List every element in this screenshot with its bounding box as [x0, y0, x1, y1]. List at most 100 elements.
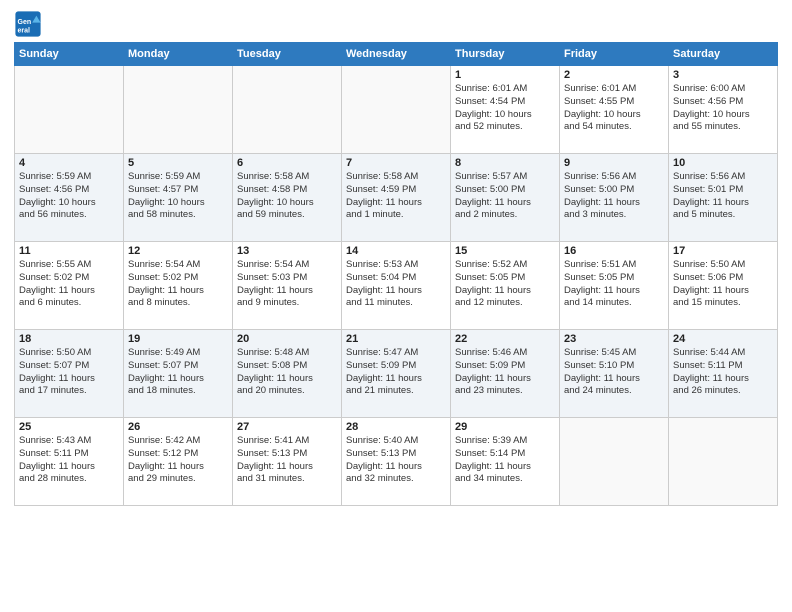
svg-text:Gen: Gen	[18, 19, 32, 26]
day-info: Sunrise: 5:50 AMSunset: 5:06 PMDaylight:…	[673, 259, 773, 310]
day-info: Sunrise: 5:40 AMSunset: 5:13 PMDaylight:…	[346, 435, 446, 486]
calendar-cell: 25 Sunrise: 5:43 AMSunset: 5:11 PMDayligh…	[15, 418, 124, 506]
day-info: Sunrise: 6:01 AMSunset: 4:55 PMDaylight:…	[564, 83, 664, 134]
day-number: 21	[346, 333, 446, 345]
calendar-cell: 17 Sunrise: 5:50 AMSunset: 5:06 PMDayligh…	[669, 242, 778, 330]
day-number: 4	[19, 157, 119, 169]
calendar-cell	[669, 418, 778, 506]
day-info: Sunrise: 5:55 AMSunset: 5:02 PMDaylight:…	[19, 259, 119, 310]
day-number: 5	[128, 157, 228, 169]
main-container: Gen eral SundayMondayTuesdayWednesdayThu…	[0, 0, 792, 512]
calendar-cell: 22 Sunrise: 5:46 AMSunset: 5:09 PMDayligh…	[451, 330, 560, 418]
weekday-tuesday: Tuesday	[233, 43, 342, 66]
day-info: Sunrise: 5:56 AMSunset: 5:00 PMDaylight:…	[564, 171, 664, 222]
calendar-cell: 5 Sunrise: 5:59 AMSunset: 4:57 PMDaylight…	[124, 154, 233, 242]
calendar-cell: 29 Sunrise: 5:39 AMSunset: 5:14 PMDayligh…	[451, 418, 560, 506]
day-number: 23	[564, 333, 664, 345]
day-info: Sunrise: 5:49 AMSunset: 5:07 PMDaylight:…	[128, 347, 228, 398]
day-number: 9	[564, 157, 664, 169]
logo-icon: Gen eral	[14, 10, 42, 38]
day-info: Sunrise: 5:59 AMSunset: 4:57 PMDaylight:…	[128, 171, 228, 222]
day-number: 22	[455, 333, 555, 345]
week-row-5: 25 Sunrise: 5:43 AMSunset: 5:11 PMDayligh…	[15, 418, 778, 506]
calendar-cell: 4Sunrise: 5:59 AMSunset: 4:56 PMDaylight…	[15, 154, 124, 242]
day-number: 13	[237, 245, 337, 257]
calendar-cell: 12 Sunrise: 5:54 AMSunset: 5:02 PMDayligh…	[124, 242, 233, 330]
day-info: Sunrise: 5:42 AMSunset: 5:12 PMDaylight:…	[128, 435, 228, 486]
day-info: Sunrise: 5:57 AMSunset: 5:00 PMDaylight:…	[455, 171, 555, 222]
calendar-cell	[124, 66, 233, 154]
calendar-cell: 21 Sunrise: 5:47 AMSunset: 5:09 PMDayligh…	[342, 330, 451, 418]
day-info: Sunrise: 5:41 AMSunset: 5:13 PMDaylight:…	[237, 435, 337, 486]
day-number: 26	[128, 421, 228, 433]
day-info: Sunrise: 5:50 AMSunset: 5:07 PMDaylight:…	[19, 347, 119, 398]
week-row-2: 4Sunrise: 5:59 AMSunset: 4:56 PMDaylight…	[15, 154, 778, 242]
svg-text:eral: eral	[18, 27, 31, 34]
weekday-wednesday: Wednesday	[342, 43, 451, 66]
day-info: Sunrise: 5:47 AMSunset: 5:09 PMDaylight:…	[346, 347, 446, 398]
day-info: Sunrise: 5:43 AMSunset: 5:11 PMDaylight:…	[19, 435, 119, 486]
calendar-cell: 28 Sunrise: 5:40 AMSunset: 5:13 PMDayligh…	[342, 418, 451, 506]
calendar-cell: 6Sunrise: 5:58 AMSunset: 4:58 PMDaylight…	[233, 154, 342, 242]
calendar-cell: 10 Sunrise: 5:56 AMSunset: 5:01 PMDayligh…	[669, 154, 778, 242]
day-number: 7	[346, 157, 446, 169]
calendar-cell: 15Sunrise: 5:52 AMSunset: 5:05 PMDayligh…	[451, 242, 560, 330]
calendar-cell: 19 Sunrise: 5:49 AMSunset: 5:07 PMDayligh…	[124, 330, 233, 418]
day-number: 12	[128, 245, 228, 257]
calendar-table: SundayMondayTuesdayWednesdayThursdayFrid…	[14, 42, 778, 506]
day-info: Sunrise: 5:54 AMSunset: 5:03 PMDaylight:…	[237, 259, 337, 310]
day-info: Sunrise: 5:45 AMSunset: 5:10 PMDaylight:…	[564, 347, 664, 398]
calendar-cell: 11 Sunrise: 5:55 AMSunset: 5:02 PMDayligh…	[15, 242, 124, 330]
calendar-cell: 16 Sunrise: 5:51 AMSunset: 5:05 PMDayligh…	[560, 242, 669, 330]
calendar-cell: 26 Sunrise: 5:42 AMSunset: 5:12 PMDayligh…	[124, 418, 233, 506]
day-info: Sunrise: 5:56 AMSunset: 5:01 PMDaylight:…	[673, 171, 773, 222]
weekday-header-row: SundayMondayTuesdayWednesdayThursdayFrid…	[15, 43, 778, 66]
weekday-saturday: Saturday	[669, 43, 778, 66]
calendar-cell: 20Sunrise: 5:48 AMSunset: 5:08 PMDayligh…	[233, 330, 342, 418]
day-info: Sunrise: 6:00 AMSunset: 4:56 PMDaylight:…	[673, 83, 773, 134]
calendar-cell: 13 Sunrise: 5:54 AMSunset: 5:03 PMDayligh…	[233, 242, 342, 330]
calendar-cell	[342, 66, 451, 154]
calendar-cell: 9 Sunrise: 5:56 AMSunset: 5:00 PMDaylight…	[560, 154, 669, 242]
calendar-cell: 8 Sunrise: 5:57 AMSunset: 5:00 PMDaylight…	[451, 154, 560, 242]
weekday-monday: Monday	[124, 43, 233, 66]
day-info: Sunrise: 5:39 AMSunset: 5:14 PMDaylight:…	[455, 435, 555, 486]
day-number: 29	[455, 421, 555, 433]
calendar-cell: 3Sunrise: 6:00 AMSunset: 4:56 PMDaylight…	[669, 66, 778, 154]
calendar-cell: 7 Sunrise: 5:58 AMSunset: 4:59 PMDaylight…	[342, 154, 451, 242]
day-number: 10	[673, 157, 773, 169]
calendar-cell: 27 Sunrise: 5:41 AMSunset: 5:13 PMDayligh…	[233, 418, 342, 506]
day-number: 28	[346, 421, 446, 433]
week-row-4: 18 Sunrise: 5:50 AMSunset: 5:07 PMDayligh…	[15, 330, 778, 418]
day-info: Sunrise: 5:46 AMSunset: 5:09 PMDaylight:…	[455, 347, 555, 398]
logo: Gen eral	[14, 10, 44, 38]
day-info: Sunrise: 5:54 AMSunset: 5:02 PMDaylight:…	[128, 259, 228, 310]
day-info: Sunrise: 5:51 AMSunset: 5:05 PMDaylight:…	[564, 259, 664, 310]
day-info: Sunrise: 5:48 AMSunset: 5:08 PMDaylight:…	[237, 347, 337, 398]
calendar-cell: 24Sunrise: 5:44 AMSunset: 5:11 PMDayligh…	[669, 330, 778, 418]
day-number: 27	[237, 421, 337, 433]
calendar-cell: 23 Sunrise: 5:45 AMSunset: 5:10 PMDayligh…	[560, 330, 669, 418]
week-row-1: 1Sunrise: 6:01 AMSunset: 4:54 PMDaylight…	[15, 66, 778, 154]
day-number: 17	[673, 245, 773, 257]
day-info: Sunrise: 5:53 AMSunset: 5:04 PMDaylight:…	[346, 259, 446, 310]
calendar-cell	[15, 66, 124, 154]
calendar-cell: 2 Sunrise: 6:01 AMSunset: 4:55 PMDaylight…	[560, 66, 669, 154]
day-info: Sunrise: 5:44 AMSunset: 5:11 PMDaylight:…	[673, 347, 773, 398]
day-number: 14	[346, 245, 446, 257]
day-info: Sunrise: 5:58 AMSunset: 4:59 PMDaylight:…	[346, 171, 446, 222]
day-number: 16	[564, 245, 664, 257]
week-row-3: 11 Sunrise: 5:55 AMSunset: 5:02 PMDayligh…	[15, 242, 778, 330]
day-number: 8	[455, 157, 555, 169]
day-number: 25	[19, 421, 119, 433]
day-number: 2	[564, 69, 664, 81]
day-number: 6	[237, 157, 337, 169]
day-number: 19	[128, 333, 228, 345]
header-row: Gen eral	[14, 10, 778, 38]
weekday-thursday: Thursday	[451, 43, 560, 66]
calendar-cell: 14 Sunrise: 5:53 AMSunset: 5:04 PMDayligh…	[342, 242, 451, 330]
day-number: 11	[19, 245, 119, 257]
calendar-cell: 1Sunrise: 6:01 AMSunset: 4:54 PMDaylight…	[451, 66, 560, 154]
day-number: 18	[19, 333, 119, 345]
day-number: 15	[455, 245, 555, 257]
